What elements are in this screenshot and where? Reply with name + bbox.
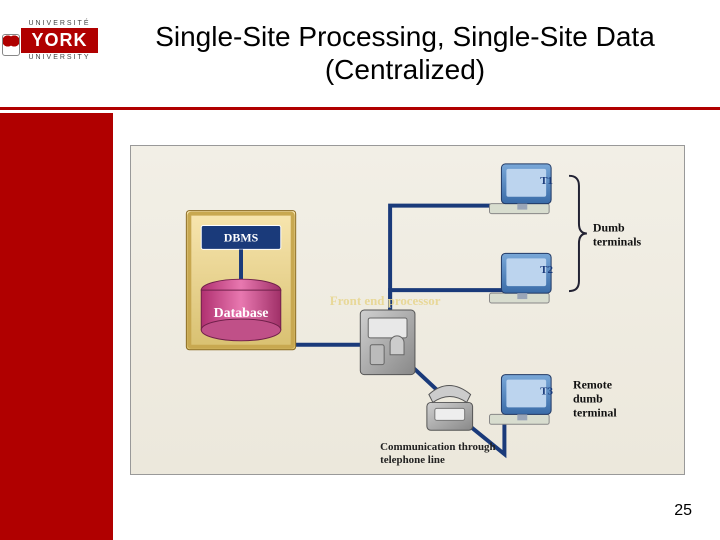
fep-label: Front end processor: [330, 293, 441, 308]
remote-label-2: dumb: [573, 391, 603, 405]
diagram-svg: DBMS Database Front end processor Commun…: [131, 146, 684, 474]
logo-bot: UNIVERSITY: [12, 54, 107, 61]
logo-mid: YORK: [21, 28, 97, 53]
terminal-t3: T3: [490, 375, 554, 425]
t1-label: T1: [540, 175, 553, 187]
terminal-t1: T1: [490, 164, 553, 214]
t2-label: T2: [540, 264, 553, 276]
red-sidebar: [0, 113, 113, 540]
header: UNIVERSITÉ YORK UNIVERSITY Single-Site P…: [0, 0, 720, 110]
front-end-processor: [360, 310, 415, 375]
telephone-icon: [427, 386, 473, 431]
crest-icon: [2, 34, 20, 56]
diagram-panel: DBMS Database Front end processor Commun…: [130, 145, 685, 475]
dumb-terminals-label-1: Dumb: [593, 220, 625, 234]
comm-label-2: telephone line: [380, 454, 445, 466]
page-number: 25: [674, 502, 692, 520]
terminal-t2: T2: [490, 253, 553, 303]
database-label: Database: [214, 306, 269, 321]
brace-icon: [569, 176, 587, 291]
slide-title: Single-Site Processing, Single-Site Data…: [120, 21, 720, 85]
remote-label-3: terminal: [573, 405, 617, 419]
remote-label-1: Remote: [573, 378, 612, 392]
server-stack: DBMS Database: [186, 211, 295, 350]
comm-label-1: Communication through: [380, 441, 495, 453]
york-logo: UNIVERSITÉ YORK UNIVERSITY: [12, 20, 107, 61]
logo-top: UNIVERSITÉ: [12, 20, 107, 27]
dbms-label: DBMS: [224, 230, 259, 244]
t3-label: T3: [540, 385, 553, 397]
dumb-terminals-label-2: terminals: [593, 234, 642, 248]
